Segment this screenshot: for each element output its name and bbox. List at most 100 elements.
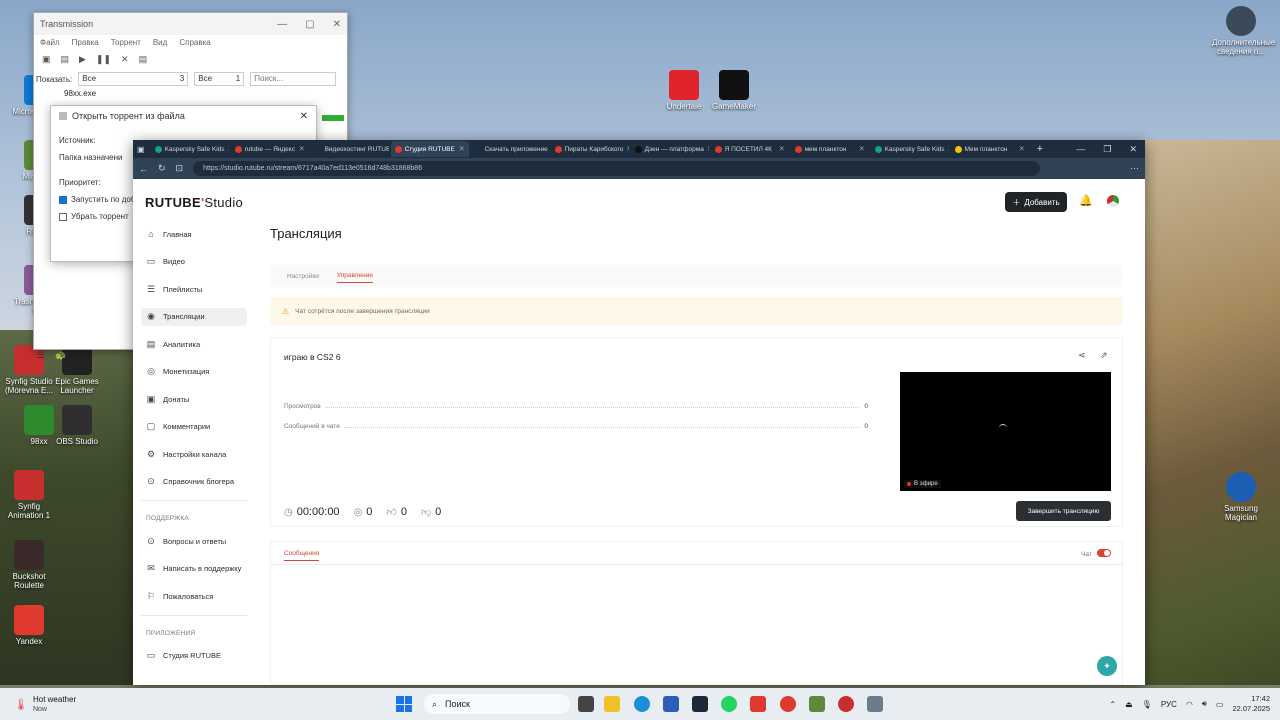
sidebar-item[interactable]: ▭ Видео [141, 253, 247, 271]
sidebar-item[interactable]: ⊙ Вопросы и ответы [141, 532, 247, 550]
sidebar-item[interactable]: ◉ Трансляции [141, 307, 247, 326]
whatsapp-icon[interactable] [721, 696, 737, 712]
store-icon[interactable] [663, 696, 679, 712]
status-filter[interactable]: Все 3 [78, 72, 189, 86]
browser-menu-icon[interactable]: ▣ [137, 145, 145, 154]
sidebar-item[interactable]: ⊙ Справочник блогера [141, 473, 247, 491]
weather-widget[interactable]: 🌡 Hot weather Now [0, 695, 300, 713]
new-tab-icon[interactable]: + [1037, 143, 1043, 155]
tab-close-icon[interactable]: ✕ [626, 145, 628, 153]
end-stream-button[interactable]: Завершить трансляцию [1016, 501, 1111, 521]
sidebar-item[interactable]: ⚙ Настройки канала [141, 445, 247, 463]
close-icon[interactable]: ✕ [1129, 144, 1137, 155]
stream-preview-player[interactable]: В эфире [900, 372, 1111, 491]
tab-close-icon[interactable]: ✕ [459, 145, 465, 153]
menu-item[interactable]: Вид [153, 38, 167, 47]
tab-close-icon[interactable]: ✕ [779, 145, 785, 153]
dialog-titlebar[interactable]: Открыть торрент из файла ✕ [51, 106, 316, 126]
battery-icon[interactable]: ▭ [1216, 700, 1224, 709]
browser-tab[interactable]: Пираты Карибского✕ [551, 141, 629, 157]
torrent-row[interactable]: 98xx.exe [34, 89, 347, 101]
desktop-icon[interactable]: Synfig Animation 1 [0, 470, 58, 520]
sidebar-item[interactable]: ☰ Плейлисты [141, 280, 247, 298]
youtube-icon[interactable] [750, 696, 766, 712]
share-icon[interactable]: ⋖ [1078, 350, 1086, 361]
menu-item[interactable]: Файл [40, 38, 60, 47]
tracker-filter[interactable]: Все 1 [194, 72, 245, 86]
desktop-icon[interactable]: Samsung Magician [1212, 472, 1270, 522]
browser-tab[interactable]: Скачать приложение✕ [471, 141, 549, 157]
steam-icon[interactable] [692, 696, 708, 712]
sidebar-item[interactable]: ▤ Аналитика [141, 335, 247, 353]
start-checkbox[interactable] [59, 195, 67, 204]
sidebar-item[interactable]: ⌂ Главная [141, 225, 247, 243]
task-view-icon[interactable] [578, 696, 594, 712]
browser-tab[interactable]: Kaspersky Safe Kids✕ [151, 141, 229, 157]
menu-icon[interactable]: ☰ [37, 350, 45, 361]
open-icon[interactable]: ▣ [42, 54, 51, 65]
sidebar-item[interactable]: ▢ Комментарии [141, 418, 247, 436]
minecraft-icon[interactable] [809, 696, 825, 712]
browser-tab[interactable]: Дзен — платформа✕ [631, 141, 709, 157]
chat-toggle[interactable] [1097, 549, 1111, 557]
search-input[interactable]: Поиск... [250, 72, 337, 86]
restore-icon[interactable]: ❐ [1103, 144, 1111, 155]
turtle-icon[interactable]: 🐢 [55, 350, 66, 361]
tab-management[interactable]: Управление [336, 272, 374, 283]
desktop-icon[interactable]: Yandex [0, 605, 58, 646]
browser-tab[interactable]: мем планктон ✕ [791, 141, 869, 157]
tab-close-icon[interactable]: ✕ [1019, 145, 1025, 153]
browser-tab[interactable]: Я ПОСЕТИЛ 4К ✕ [711, 141, 789, 157]
rutube-studio-logo[interactable]: RUTUBE'Studio [145, 195, 243, 210]
menu-item[interactable]: Справка [179, 38, 210, 47]
menu-item[interactable]: Торрент [111, 38, 141, 47]
browser-tab[interactable]: rutube — Яндекс ✕ [231, 141, 309, 157]
tab-close-icon[interactable]: ✕ [948, 145, 949, 153]
chevron-up-icon[interactable]: ⌃ [1109, 700, 1116, 709]
browser-tab[interactable]: Kaspersky Safe Kids✕ [871, 141, 949, 157]
remove-torrent-checkbox[interactable] [59, 212, 67, 221]
add-icon[interactable]: ▤ [61, 54, 70, 65]
tab-messages[interactable]: Сообщения [284, 550, 320, 561]
url-field[interactable]: https://studio.rutube.ru/stream/6717a40a… [193, 161, 1040, 176]
transmission-titlebar[interactable]: Transmission — ▢ ✕ [34, 13, 347, 35]
menu-item[interactable]: Правка [72, 38, 99, 47]
minimize-icon[interactable]: — [277, 19, 287, 30]
browser-tab[interactable]: Студия RUTUBE ✕ [390, 141, 469, 157]
desktop-icon[interactable]: OBS Studio [48, 405, 106, 446]
edge-icon[interactable] [634, 696, 650, 712]
start-icon[interactable]: ▶ [79, 54, 86, 65]
support-chat-icon[interactable]: ✦ [1097, 656, 1117, 676]
desktop-icon[interactable]: Дополнительные сведения о... [1212, 6, 1275, 56]
close-icon[interactable]: ✕ [333, 19, 341, 30]
tab-close-icon[interactable]: ✕ [859, 145, 865, 153]
reload-icon[interactable]: ↻ [158, 163, 166, 174]
sidebar-item[interactable]: ▭ Студия RUTUBE [141, 647, 247, 665]
yandex-icon[interactable] [780, 696, 796, 712]
yandex-browser-icon[interactable] [838, 696, 854, 712]
start-icon[interactable] [396, 696, 412, 712]
desktop-icon[interactable]: Buckshot Roulette [0, 540, 58, 590]
tab-close-icon[interactable]: ✕ [228, 145, 229, 153]
browser-tab[interactable]: Мем планктон ✕ [951, 141, 1029, 157]
extensions-icon[interactable]: ⋯ [1130, 163, 1139, 174]
clock[interactable]: 17:42 22.07.2025 [1232, 694, 1270, 714]
back-icon[interactable]: ← [139, 164, 148, 174]
tab-settings[interactable]: Настройки [287, 273, 319, 280]
taskbar-search[interactable]: ⌕ Поиск [424, 694, 570, 714]
dialog-close-icon[interactable]: ✕ [300, 111, 308, 122]
tab-close-icon[interactable]: ✕ [707, 145, 709, 153]
pause-icon[interactable]: ❚❚ [96, 54, 111, 65]
transmission-icon[interactable] [867, 696, 883, 712]
external-link-icon[interactable]: ⇗ [1100, 350, 1108, 361]
file-explorer-icon[interactable] [604, 696, 620, 712]
sidebar-item[interactable]: ⚐ Пожаловаться [141, 587, 247, 605]
language-indicator[interactable]: РУС [1161, 700, 1177, 709]
browser-tab[interactable]: Видеохостинг RUTUBE✕ [311, 141, 389, 157]
maximize-icon[interactable]: ▢ [305, 19, 314, 30]
remove-icon[interactable]: ✕ [121, 54, 129, 65]
desktop-icon[interactable]: GameMaker [705, 70, 763, 111]
minimize-icon[interactable]: — [1076, 144, 1085, 155]
microphone-icon[interactable]: 🎙︎ [1142, 700, 1152, 709]
sidebar-item[interactable]: ◎ Монетизация [141, 363, 247, 381]
